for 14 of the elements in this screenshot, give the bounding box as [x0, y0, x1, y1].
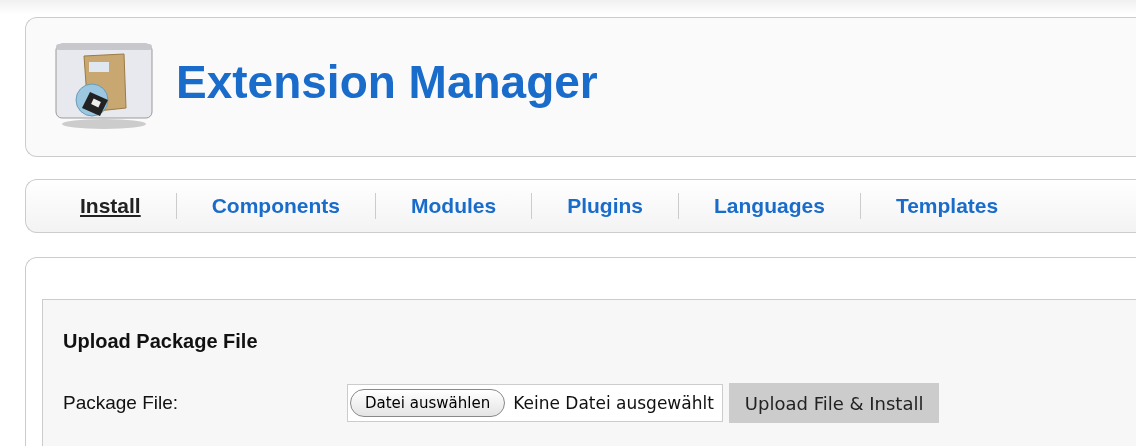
- tab[interactable]: Plugins: [567, 194, 644, 218]
- tab[interactable]: Languages: [714, 194, 825, 218]
- choose-file-button[interactable]: Datei auswählen: [350, 389, 506, 417]
- file-status: Keine Datei ausgewählt: [513, 393, 714, 413]
- tab[interactable]: Components: [211, 194, 340, 218]
- package-disk-icon: [54, 42, 154, 132]
- tab[interactable]: Install: [80, 194, 141, 218]
- field-label: Package File:: [63, 392, 180, 414]
- page-title: Extension Manager: [176, 55, 598, 109]
- section-heading: Upload Package File: [63, 330, 259, 353]
- tab[interactable]: Templates: [895, 194, 999, 218]
- upload-install-button[interactable]: Upload File & Install: [728, 383, 940, 423]
- file-input[interactable]: Datei auswählen Keine Datei ausgewählt: [347, 384, 723, 422]
- tab[interactable]: Modules: [411, 194, 497, 218]
